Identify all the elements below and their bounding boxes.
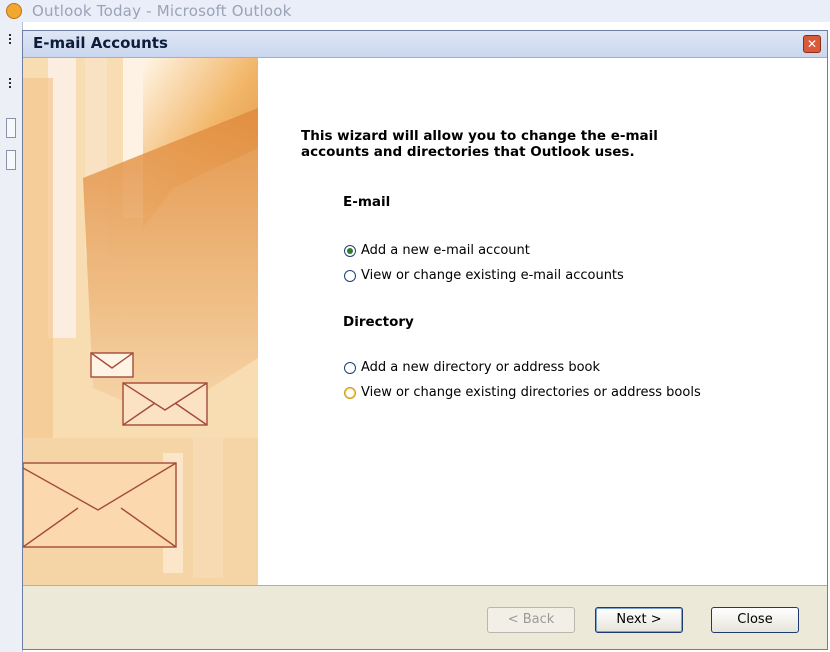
next-button[interactable]: Next >: [595, 607, 683, 633]
toolbar-grip-icon: [9, 34, 13, 44]
directory-section-label: Directory: [343, 314, 414, 330]
email-section-label: E-mail: [343, 194, 391, 210]
background-window-toolbar-strip: [0, 22, 23, 652]
radio-button[interactable]: [344, 361, 356, 374]
dialog-titlebar: E-mail Accounts ✕: [23, 31, 827, 58]
email-accounts-dialog: E-mail Accounts ✕ This wizard will allow…: [22, 30, 828, 650]
view-email-accounts-option[interactable]: View or change existing e-mail accounts: [344, 268, 624, 283]
radio-button[interactable]: [344, 269, 356, 282]
view-directories-option[interactable]: View or change existing directories or a…: [344, 385, 701, 400]
background-window-title: Outlook Today - Microsoft Outlook: [32, 2, 292, 20]
radio-button-selected[interactable]: [344, 244, 356, 257]
wizard-side-artwork: [23, 58, 258, 585]
view-email-accounts-label: View or change existing e-mail accounts: [361, 268, 624, 283]
add-email-account-option[interactable]: Add a new e-mail account: [344, 243, 530, 258]
back-button[interactable]: < Back: [487, 607, 575, 633]
add-email-account-label: Add a new e-mail account: [361, 243, 530, 258]
view-directories-label: View or change existing directories or a…: [361, 385, 701, 400]
footer-divider: [23, 585, 827, 586]
pane-tab[interactable]: [6, 150, 16, 170]
radio-button-hover[interactable]: [344, 386, 356, 399]
wizard-content: This wizard will allow you to change the…: [23, 58, 827, 585]
add-directory-option[interactable]: Add a new directory or address book: [344, 360, 600, 375]
add-directory-label: Add a new directory or address book: [361, 360, 601, 375]
dialog-title: E-mail Accounts: [33, 34, 168, 52]
background-window-titlebar: Outlook Today - Microsoft Outlook: [0, 0, 830, 22]
wizard-heading: This wizard will allow you to change the…: [301, 128, 658, 160]
toolbar-grip-icon: [9, 78, 13, 88]
outlook-app-icon: [6, 3, 22, 19]
pane-tab[interactable]: [6, 118, 16, 138]
dialog-close-icon[interactable]: ✕: [803, 35, 821, 53]
envelope-artwork: [23, 58, 258, 585]
close-button[interactable]: Close: [711, 607, 799, 633]
